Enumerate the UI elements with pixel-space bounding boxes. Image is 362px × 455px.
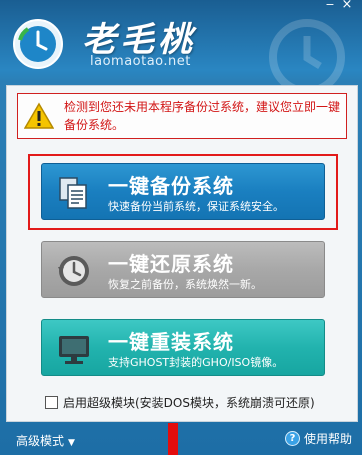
super-module-label: 启用超级模块(安装DOS模块，系统崩溃可还原) (63, 396, 315, 410)
main-panel: 检测到您还未用本程序备份过系统，建议您立即一键备份系统。 一键备份系统 快速备份… (6, 85, 358, 422)
super-module-checkbox[interactable] (45, 396, 58, 409)
help-icon: ? (284, 431, 300, 446)
warning-box: 检测到您还未用本程序备份过系统，建议您立即一键备份系统。 (17, 93, 347, 139)
reinstall-system-button[interactable]: 一键重装系统 支持GHOST封装的GHO/ISO镜像。 (41, 319, 325, 376)
backup-system-button[interactable]: 一键备份系统 快速备份当前系统，保证系统安全。 (41, 163, 325, 220)
help-button[interactable]: ? 使用帮助 (284, 430, 352, 446)
warning-text: 检测到您还未用本程序备份过系统，建议您立即一键备份系统。 (64, 100, 341, 132)
brand-url: laomaotao.net (90, 54, 191, 69)
warning-triangle-icon (24, 102, 54, 129)
reinstall-subtitle: 支持GHOST封装的GHO/ISO镜像。 (108, 356, 284, 369)
restore-clock-icon (58, 256, 89, 286)
red-marker (168, 423, 178, 455)
advanced-mode-label: 高级模式 (16, 434, 65, 448)
close-icon: × (341, 0, 353, 12)
monitor-icon (59, 336, 89, 364)
advanced-mode-button[interactable]: 高级模式 ▼ (16, 432, 75, 449)
restore-subtitle: 恢复之前备份，系统焕然一新。 (108, 278, 262, 291)
app-window: 老毛桃 laomaotao.net − × 检测到您还未用本程序备份过系统，建议… (0, 0, 362, 455)
restore-system-button[interactable]: 一键还原系统 恢复之前备份，系统焕然一新。 (41, 241, 325, 298)
documents-icon (59, 177, 87, 209)
minimize-button[interactable]: − (324, 0, 336, 10)
help-label: 使用帮助 (303, 432, 352, 446)
chevron-down-icon: ▼ (68, 438, 75, 448)
reinstall-title: 一键重装系统 (108, 330, 234, 354)
logo-clock-icon (13, 19, 63, 69)
restore-title: 一键还原系统 (108, 252, 234, 276)
backup-subtitle: 快速备份当前系统，保证系统安全。 (108, 200, 284, 213)
super-module-option[interactable]: 启用超级模块(安装DOS模块，系统崩溃可还原) (45, 394, 315, 410)
minimize-icon: − (325, 0, 335, 11)
backup-title: 一键备份系统 (108, 174, 234, 198)
close-button[interactable]: × (340, 0, 354, 11)
